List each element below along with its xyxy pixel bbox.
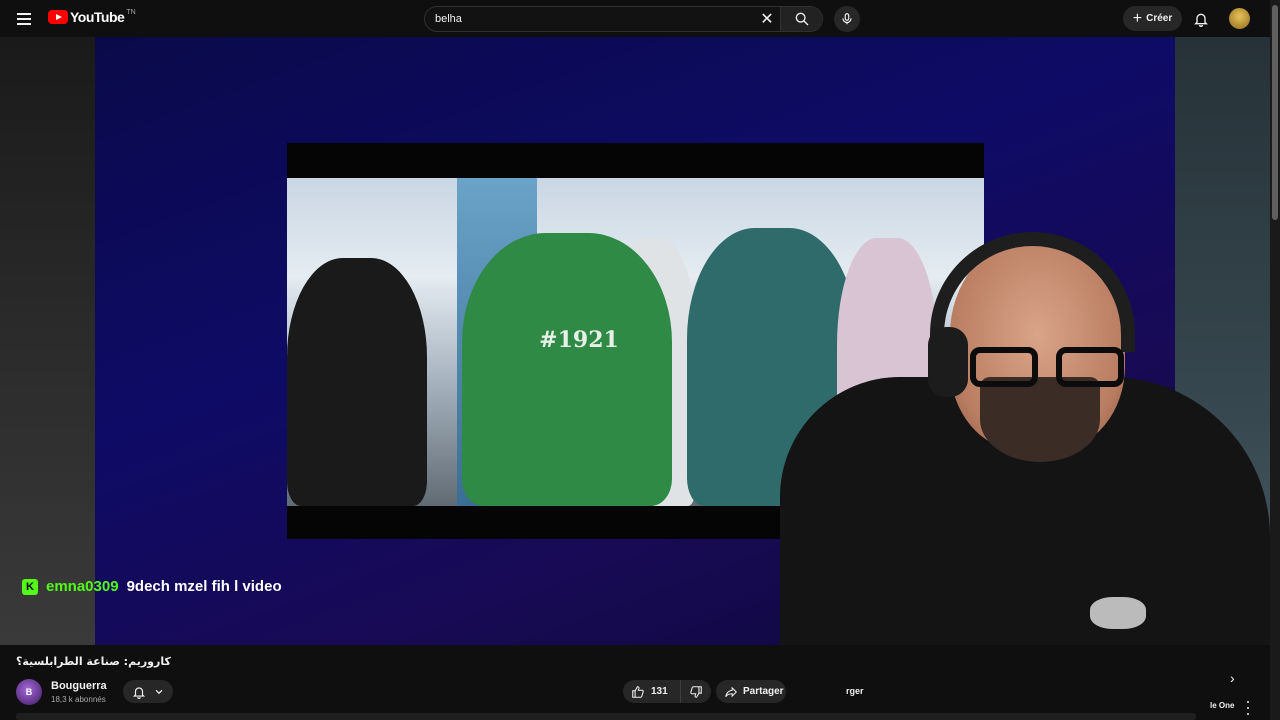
like-button[interactable]: 131	[623, 680, 681, 703]
clear-search-icon[interactable]: ✕	[754, 7, 780, 31]
headphone-cup	[928, 327, 968, 397]
dislike-button[interactable]	[681, 680, 711, 703]
streamer-webcam	[780, 232, 1270, 645]
search-input[interactable]	[425, 13, 754, 25]
share-button[interactable]: Partager	[716, 680, 786, 703]
create-button[interactable]: + Créer	[1123, 6, 1182, 31]
logo-country-code: TN	[126, 8, 136, 16]
page-scrollbar[interactable]	[1270, 0, 1280, 720]
voice-search-button[interactable]	[834, 6, 860, 32]
create-label: Créer	[1146, 13, 1173, 24]
subscribed-notification-button[interactable]	[123, 680, 173, 703]
chat-overlay-message: K emna0309 9dech mzel fih l video	[22, 578, 282, 595]
person-figure	[462, 233, 672, 506]
chevron-right-icon[interactable]: ›	[1230, 670, 1235, 686]
like-count: 131	[651, 686, 668, 697]
chevron-down-icon	[155, 689, 163, 694]
menu-icon[interactable]	[12, 7, 36, 31]
video-player[interactable]: #1921 K emna0309 9dech mzel fih l video	[0, 37, 1270, 645]
video-title: كاروريم: صناعة الطرابلسية؟	[16, 655, 171, 668]
plus-icon: +	[1132, 9, 1143, 27]
chat-username: emna0309	[46, 578, 119, 595]
youtube-play-icon	[48, 10, 68, 24]
thumbs-down-icon	[690, 685, 702, 698]
share-icon	[725, 686, 737, 697]
microphone-icon	[842, 13, 852, 25]
side-item-label[interactable]: le One	[1210, 701, 1234, 710]
search-button[interactable]	[780, 7, 822, 31]
share-label: Partager	[743, 686, 784, 697]
account-avatar[interactable]	[1229, 8, 1250, 29]
more-actions-icon[interactable]	[1243, 701, 1253, 715]
person-figure	[287, 258, 427, 506]
description-strip	[16, 713, 1196, 720]
channel-avatar[interactable]: B	[16, 679, 42, 705]
chat-text: 9dech mzel fih l video	[126, 578, 282, 595]
thumbs-up-icon	[632, 685, 644, 698]
download-label[interactable]: rger	[846, 686, 864, 696]
subscriber-count: 18,3 k abonnés	[51, 695, 106, 704]
shirt-print: #1921	[539, 327, 619, 353]
search-box: ✕	[424, 6, 823, 32]
channel-name[interactable]: Bouguerra	[51, 680, 107, 692]
masthead: YouTube TN ✕ + Créer	[0, 0, 1280, 37]
youtube-logo[interactable]: YouTube TN	[48, 9, 136, 25]
ambient-left	[0, 37, 95, 645]
glasses	[970, 347, 1135, 387]
logo-text: YouTube	[70, 9, 125, 25]
streamer-beard	[980, 377, 1100, 462]
bell-icon	[132, 686, 146, 699]
notifications-button[interactable]	[1190, 8, 1212, 30]
search-icon	[795, 12, 808, 26]
scrollbar-thumb[interactable]	[1272, 5, 1278, 220]
shirt-logo	[1090, 597, 1146, 629]
bell-icon	[1194, 13, 1208, 27]
kick-icon: K	[22, 578, 38, 595]
video-info: كاروريم: صناعة الطرابلسية؟ › B Bouguerra…	[0, 645, 1270, 720]
like-dislike-group: 131	[623, 680, 711, 703]
